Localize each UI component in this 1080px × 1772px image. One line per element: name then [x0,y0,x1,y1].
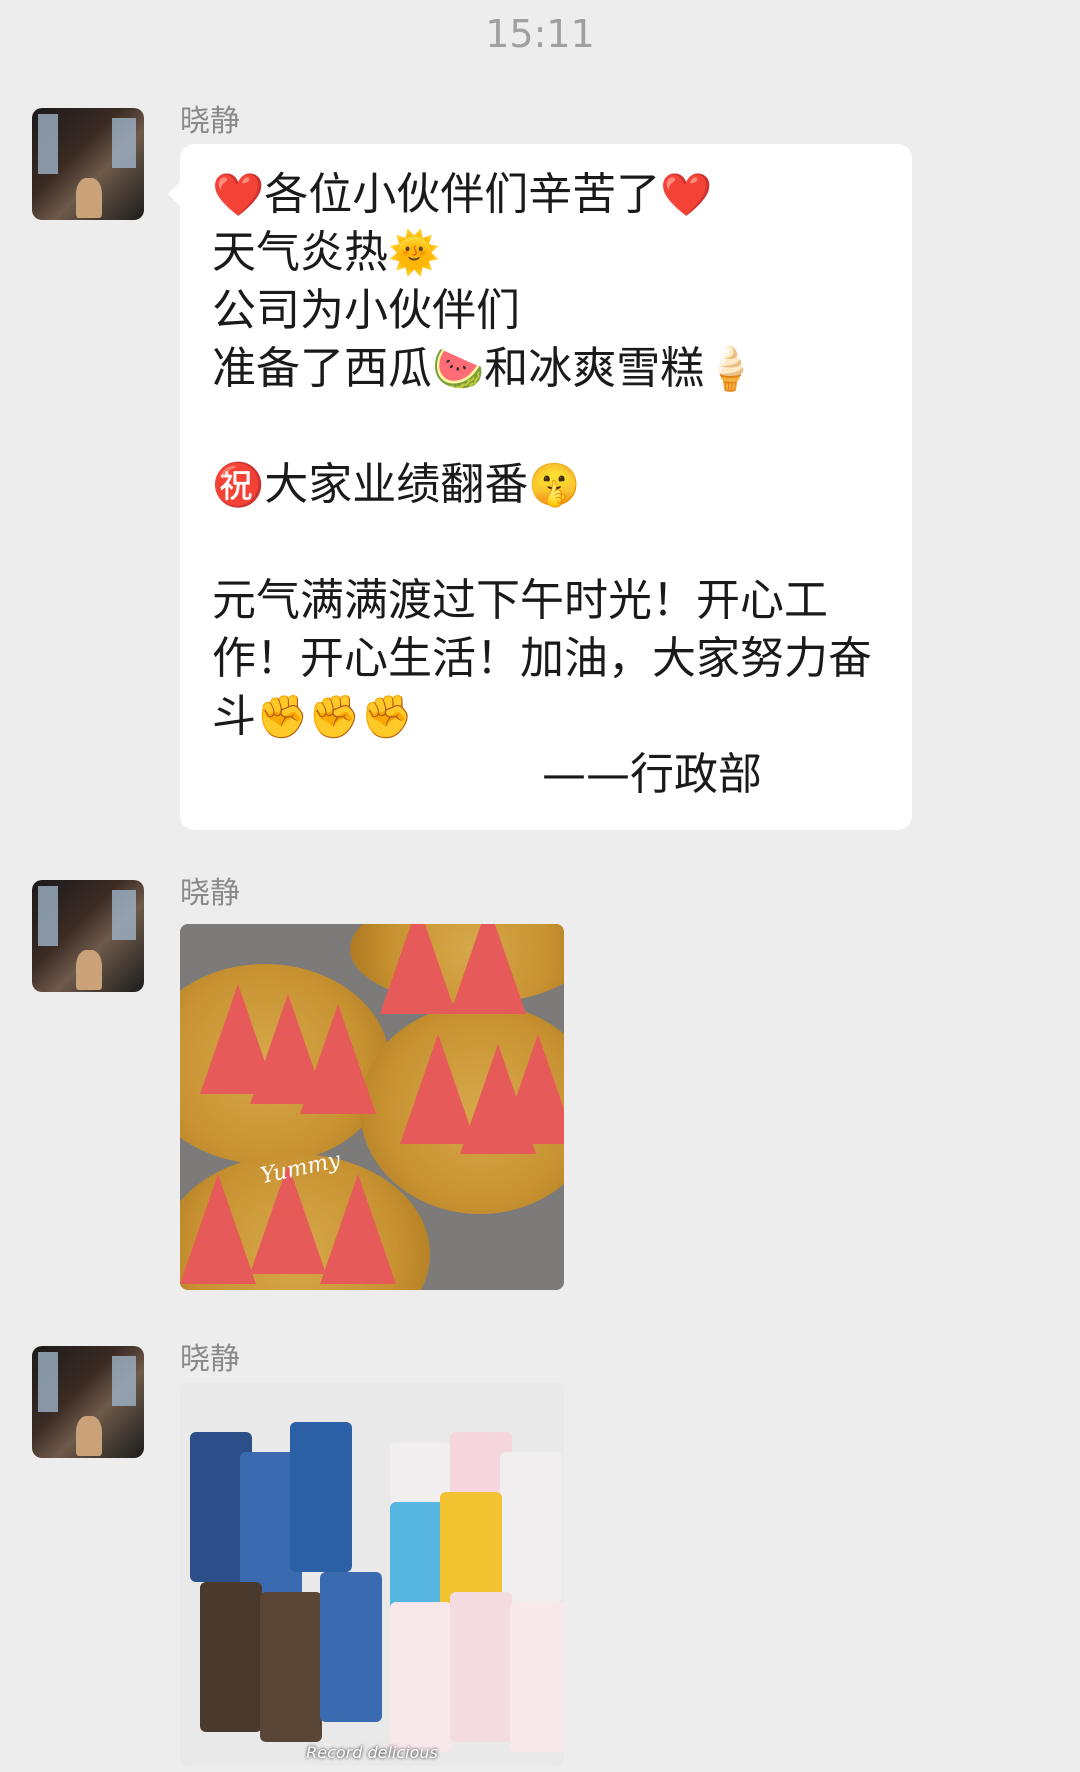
heart-icon: ❤️ [212,170,265,219]
avatar[interactable] [32,1346,144,1458]
message-signature: ——行政部 [542,749,762,800]
message-line: ❤️各位小伙伴们辛苦了❤️ [212,166,882,224]
message-line: 元气满满渡过下午时光！开心工作！开心生活！加油，大家努力奋斗✊✊✊ [212,572,882,746]
ice-cream-photo[interactable]: Record delicious [180,1382,564,1766]
watermelon-icon: 🍉 [432,344,485,393]
watermelon-photo[interactable]: Yummy [180,924,564,1290]
message-line: ㊗️大家业绩翻番🤫 [212,456,882,514]
message-line: 公司为小伙伴们 [212,282,882,340]
fist-icon: ✊✊✊ [256,692,413,741]
chat-timestamp: 15:11 [485,12,595,56]
sender-name: 晓静 [180,876,240,911]
sender-name: 晓静 [180,1342,240,1377]
message-text: 公司为小伙伴们 [212,285,520,336]
message-text: 天气炎热 [212,227,388,278]
avatar[interactable] [32,880,144,992]
ice-cream-icon: 🍦 [704,344,757,393]
message-text: 大家业绩翻番 [264,459,529,510]
message-text: 各位小伙伴们辛苦了 [264,169,661,220]
message-line: 天气炎热🌞 [212,224,882,282]
sun-icon: 🌞 [388,228,441,277]
text-message-bubble[interactable]: ❤️各位小伙伴们辛苦了❤️ 天气炎热🌞 公司为小伙伴们 准备了西瓜🍉和冰爽雪糕🍦… [168,144,912,830]
heart-icon: ❤️ [660,170,713,219]
message-text: 和冰爽雪糕 [484,343,705,394]
photo-caption: Record delicious [306,1743,438,1762]
message-line: 准备了西瓜🍉和冰爽雪糕🍦 [212,340,882,398]
message-text: 准备了西瓜 [212,343,432,394]
shush-face-icon: 🤫 [528,460,581,509]
sender-name: 晓静 [180,104,240,139]
congratulate-icon: ㊗️ [212,460,265,509]
avatar[interactable] [32,108,144,220]
